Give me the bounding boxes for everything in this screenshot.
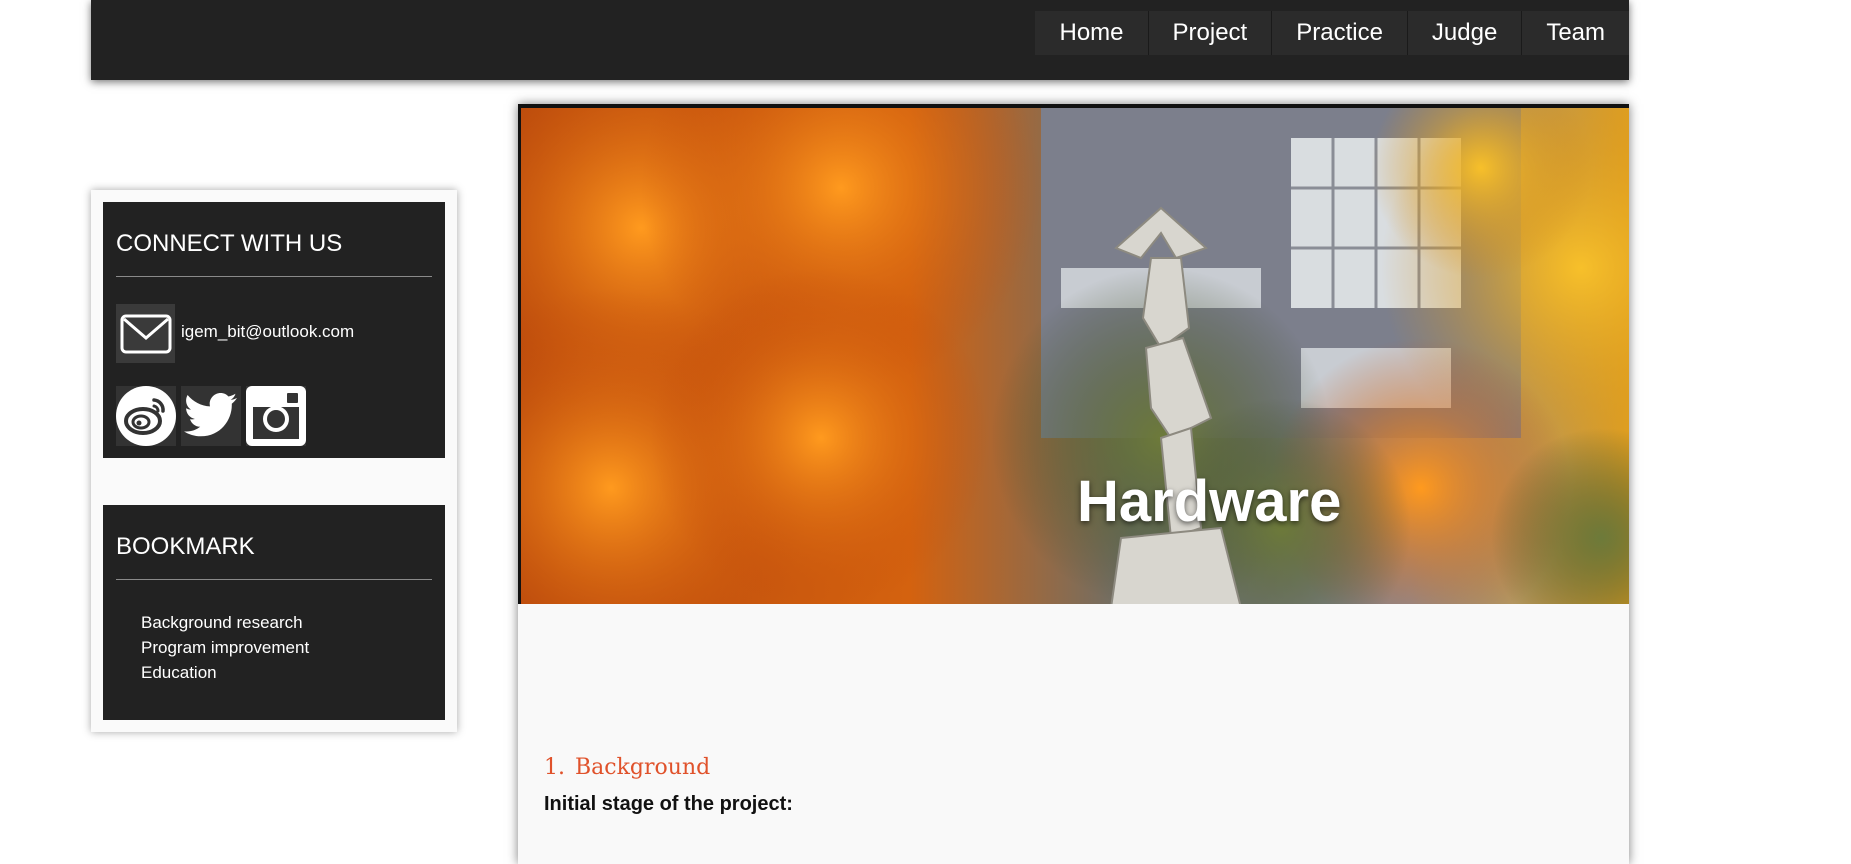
nav-item-home[interactable]: Home	[1035, 11, 1147, 55]
sidebar: CONNECT WITH US igem_bit@outlook.com BOO…	[91, 190, 457, 732]
bookmark-list: Background research Program improvement …	[141, 610, 309, 685]
divider	[116, 276, 432, 277]
instagram-icon[interactable]	[246, 386, 306, 446]
main-nav: Home Project Practice Judge Team	[1035, 11, 1629, 55]
nav-item-project[interactable]: Project	[1147, 11, 1272, 55]
section-title: Background	[575, 755, 711, 780]
twitter-icon[interactable]	[181, 386, 241, 446]
bookmark-card: BOOKMARK Background research Program imp…	[103, 505, 445, 720]
section-number: 1.	[544, 755, 565, 780]
nav-item-team[interactable]: Team	[1521, 11, 1629, 55]
hero-image	[521, 108, 1629, 604]
hero-title: Hardware	[1077, 469, 1342, 534]
section-heading: 1. Background	[544, 755, 710, 780]
bookmark-item-background-research[interactable]: Background research	[141, 610, 309, 635]
bookmark-title: BOOKMARK	[116, 533, 255, 560]
weibo-icon[interactable]	[116, 386, 176, 446]
email-link[interactable]: igem_bit@outlook.com	[181, 322, 354, 342]
connect-title: CONNECT WITH US	[116, 230, 343, 257]
sub-heading: Initial stage of the project:	[544, 793, 793, 815]
main-content: Hardware 1. Background Initial stage of t…	[518, 104, 1629, 864]
nav-item-practice[interactable]: Practice	[1271, 11, 1407, 55]
bookmark-item-program-improvement[interactable]: Program improvement	[141, 635, 309, 660]
connect-card: CONNECT WITH US igem_bit@outlook.com	[103, 202, 445, 458]
hero-banner: Hardware	[518, 104, 1629, 604]
bookmark-item-education[interactable]: Education	[141, 660, 309, 685]
mail-icon[interactable]	[116, 304, 175, 363]
divider	[116, 579, 432, 580]
nav-item-judge[interactable]: Judge	[1406, 11, 1521, 55]
top-navbar: Home Project Practice Judge Team	[91, 0, 1629, 80]
